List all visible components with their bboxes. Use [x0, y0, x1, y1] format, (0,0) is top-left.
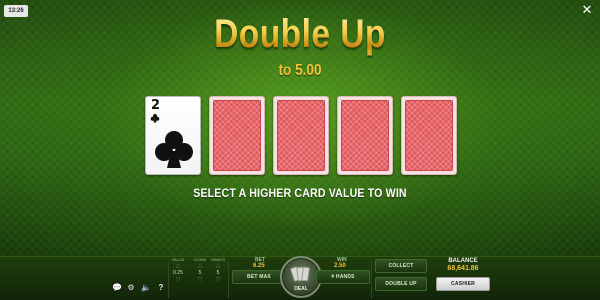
- hands-down-button[interactable]: ▽: [207, 277, 229, 284]
- value-amount: 0.25: [173, 270, 183, 276]
- value-down-button[interactable]: ▽: [167, 277, 189, 284]
- sound-button[interactable]: 🔈: [141, 283, 151, 293]
- hands-up-button[interactable]: △: [207, 263, 229, 270]
- page-title: Double Up: [48, 10, 552, 58]
- face-down-card-4[interactable]: [401, 96, 457, 175]
- cashier-button[interactable]: CASHIER: [436, 277, 490, 291]
- face-down-card-3[interactable]: [337, 96, 393, 175]
- hands-amount: 5: [216, 270, 220, 276]
- balance-amount: 68,641.86: [447, 265, 479, 272]
- instruction-text: SELECT A HIGHER CARD VALUE TO WIN: [193, 186, 407, 200]
- close-icon: ✕: [581, 2, 593, 17]
- hands-stepper: HANDS △ 5 ▽: [207, 257, 229, 284]
- double-up-button[interactable]: DOUBLE UP: [375, 277, 427, 291]
- hands-button[interactable]: # HANDS: [316, 270, 370, 284]
- close-button[interactable]: ✕: [580, 3, 594, 17]
- clock: 13:26: [4, 5, 28, 17]
- speaker-icon: 🔈: [141, 283, 151, 292]
- card-back-pattern: [405, 100, 453, 171]
- card-back-pattern: [213, 100, 261, 171]
- help-icon: ?: [158, 283, 164, 292]
- bet-max-button[interactable]: BET MAX: [232, 270, 286, 284]
- club-suit-icon: [155, 131, 193, 168]
- help-button[interactable]: ?: [156, 283, 166, 293]
- divider: [228, 262, 229, 298]
- cards-icon: [290, 265, 312, 285]
- face-down-card-2[interactable]: [273, 96, 329, 175]
- bet-amount: 6.25: [253, 263, 265, 269]
- chat-icon: 💬: [112, 283, 122, 292]
- dealer-card: 2: [145, 96, 201, 175]
- gear-icon: ⚙: [127, 283, 135, 292]
- card-back-pattern: [341, 100, 389, 171]
- double-up-target: to 5.00: [278, 62, 322, 79]
- card-back-pattern: [277, 100, 325, 171]
- card-rank: 2: [151, 98, 161, 113]
- face-down-card-1[interactable]: [209, 96, 265, 175]
- collect-button[interactable]: COLLECT: [375, 259, 427, 273]
- settings-button[interactable]: ⚙: [126, 283, 136, 293]
- side-watermark: [1, 210, 7, 250]
- value-stepper: VALUE △ 0.25 ▽: [167, 257, 189, 284]
- chat-button[interactable]: 💬: [112, 283, 122, 293]
- value-up-button[interactable]: △: [167, 263, 189, 270]
- card-row: 2: [145, 96, 459, 176]
- deal-label: DEAL: [294, 286, 308, 292]
- divider: [371, 262, 372, 298]
- club-suit-icon: [150, 114, 160, 123]
- balance-label: BALANCE: [448, 258, 478, 264]
- win-amount: 2.50: [334, 263, 346, 269]
